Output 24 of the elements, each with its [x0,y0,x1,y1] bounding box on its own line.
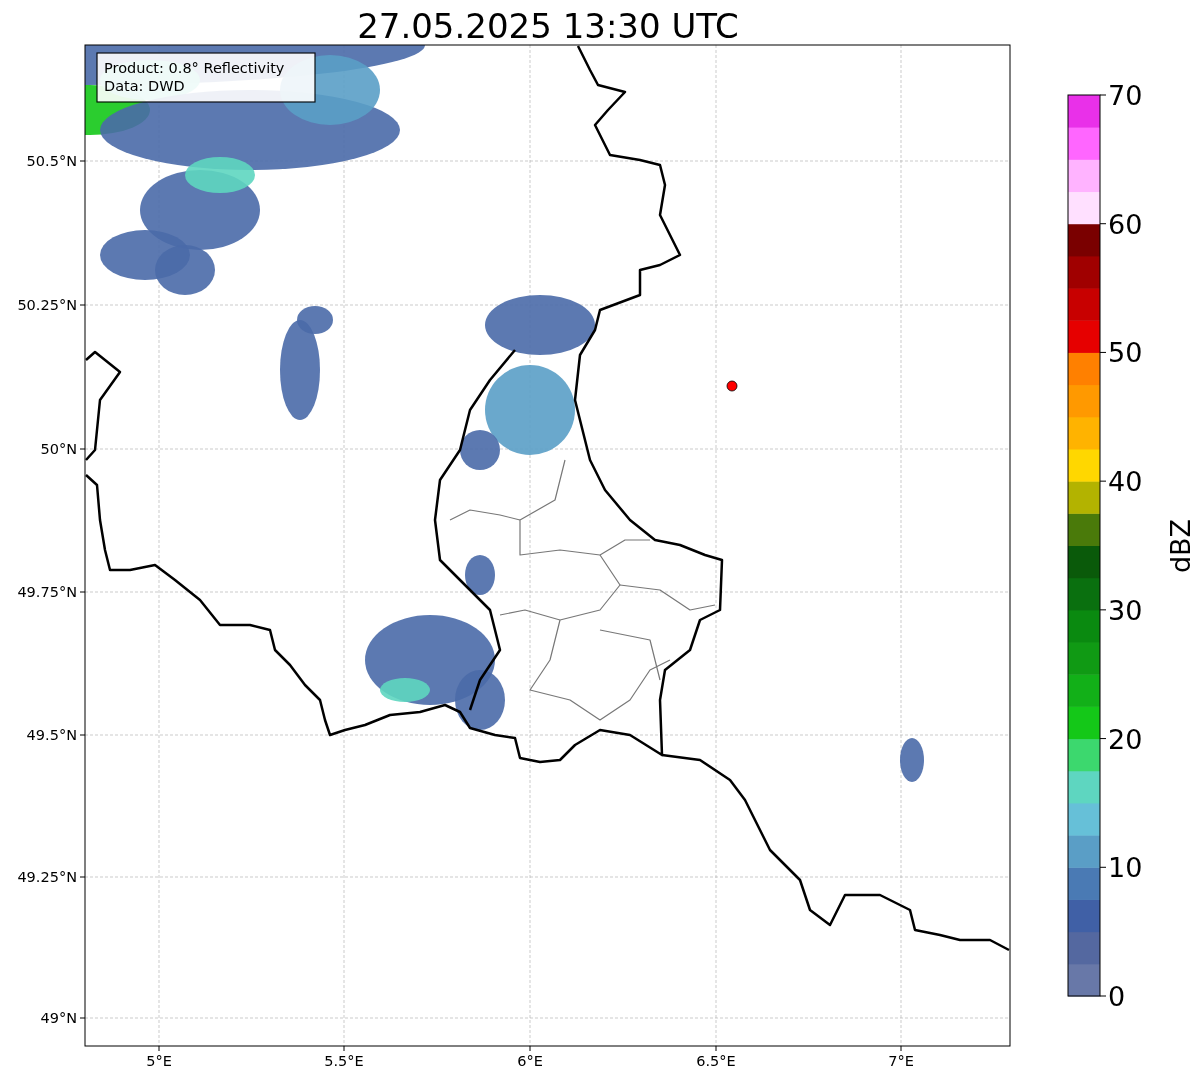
info-text: Product: 0.8° Reflectivity [104,60,285,76]
colorbar-tick-label: 20 [1108,723,1143,755]
latitude-label: 50.25°N [17,297,77,313]
colorbar-tick-label: 70 [1108,80,1143,111]
latitude-label: 49.5°N [26,727,77,743]
latitude-label: 49°N [40,1010,77,1026]
colorbar-tick-label: 40 [1108,466,1143,498]
colorbar-tick-label: 30 [1108,594,1143,626]
chart-title: 27.05.2025 13:30 UTC [357,6,739,46]
longitude-label: 5.5°E [324,1053,364,1069]
longitude-label: 5°E [146,1053,172,1069]
info-text: Data: DWD [104,78,185,94]
longitude-label: 6°E [517,1053,543,1069]
colorbar-label: dBZ [1165,518,1196,574]
colorbar-tick-label: 50 [1108,337,1143,369]
colorbar-tick-label: 60 [1108,208,1143,240]
latitude-label: 49.75°N [17,584,77,600]
latitude-label: 49.25°N [17,869,77,885]
colorbar-tick-label: 10 [1108,852,1143,884]
latitude-label: 50.5°N [26,153,77,169]
longitude-label: 6.5°E [696,1053,736,1069]
colorbar-tick-label: 0 [1108,981,1126,1012]
latitude-label: 50°N [40,441,77,457]
longitude-label: 7°E [888,1053,914,1069]
